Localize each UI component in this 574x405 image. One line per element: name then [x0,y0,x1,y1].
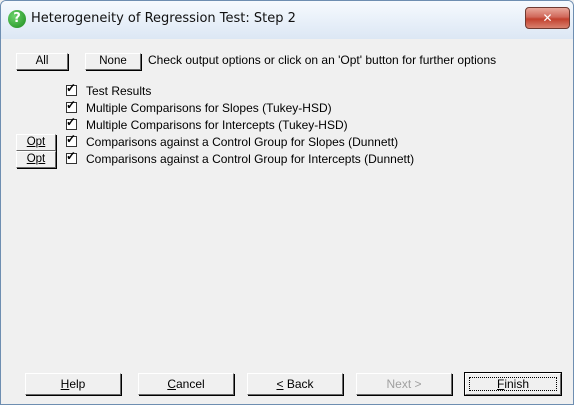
focus-rectangle [469,377,557,391]
dialog-body: All None Check output options or click o… [7,39,567,398]
option-tukey-intercepts[interactable]: ✓ Multiple Comparisons for Intercepts (Tu… [66,115,348,133]
all-button[interactable]: All [16,53,68,70]
cancel-mnemonic: C [167,377,176,391]
cancel-button[interactable]: Cancel [138,373,234,395]
none-button-label: None [99,55,127,67]
next-button[interactable]: Next > [356,373,452,395]
instruction-text: Check output options or click on an 'Opt… [148,53,497,67]
option-tukey-slopes[interactable]: ✓ Multiple Comparisons for Slopes (Tukey-… [66,98,332,116]
back-button[interactable]: < Back [247,373,343,395]
next-label: Next > [386,377,422,391]
option-dunnett-slopes[interactable]: ✓ Comparisons against a Control Group for… [66,132,399,150]
opt-button-dunnett-intercepts[interactable]: Opt [16,151,56,168]
dialog-window: ? Heterogeneity of Regression Test: Step… [0,0,574,405]
check-mark-icon: ✓ [66,132,77,147]
all-button-label: All [35,55,49,67]
none-button[interactable]: None [85,53,141,70]
check-mark-icon: ✓ [66,98,77,113]
option-label: Multiple Comparisons for Intercepts (Tuk… [86,117,348,132]
option-dunnett-intercepts[interactable]: ✓ Comparisons against a Control Group for… [66,149,415,167]
option-label: Multiple Comparisons for Slopes (Tukey-H… [86,100,332,115]
back-mnemonic: < [276,377,284,391]
checkbox-tukey-slopes[interactable]: ✓ [66,98,77,114]
title-bar[interactable]: ? Heterogeneity of Regression Test: Step… [1,1,573,39]
check-mark-icon: ✓ [66,81,77,96]
cancel-label-rest: ancel [175,377,205,391]
checkbox-test-results[interactable]: ✓ [66,81,77,97]
option-test-results[interactable]: ✓ Test Results [66,81,152,99]
close-icon: ✕ [542,11,553,25]
finish-button[interactable]: Finish [465,373,561,395]
option-label: Comparisons against a Control Group for … [86,151,415,166]
back-label-rest: Back [283,377,314,391]
option-label: Comparisons against a Control Group for … [86,134,399,149]
check-mark-icon: ✓ [66,149,77,164]
checkbox-dunnett-intercepts[interactable]: ✓ [66,149,77,165]
question-icon: ? [8,10,26,28]
check-mark-icon: ✓ [66,115,77,130]
opt-button-label: Opt [26,153,46,165]
close-button[interactable]: ✕ [525,7,570,29]
help-button[interactable]: Help [25,373,121,395]
opt-button-label: Opt [26,136,46,148]
checkbox-dunnett-slopes[interactable]: ✓ [66,132,77,148]
help-label-rest: elp [69,377,86,391]
option-label: Test Results [86,83,152,98]
checkbox-tukey-intercepts[interactable]: ✓ [66,115,77,131]
window-title: Heterogeneity of Regression Test: Step 2 [31,11,296,26]
opt-button-dunnett-slopes[interactable]: Opt [16,134,56,151]
